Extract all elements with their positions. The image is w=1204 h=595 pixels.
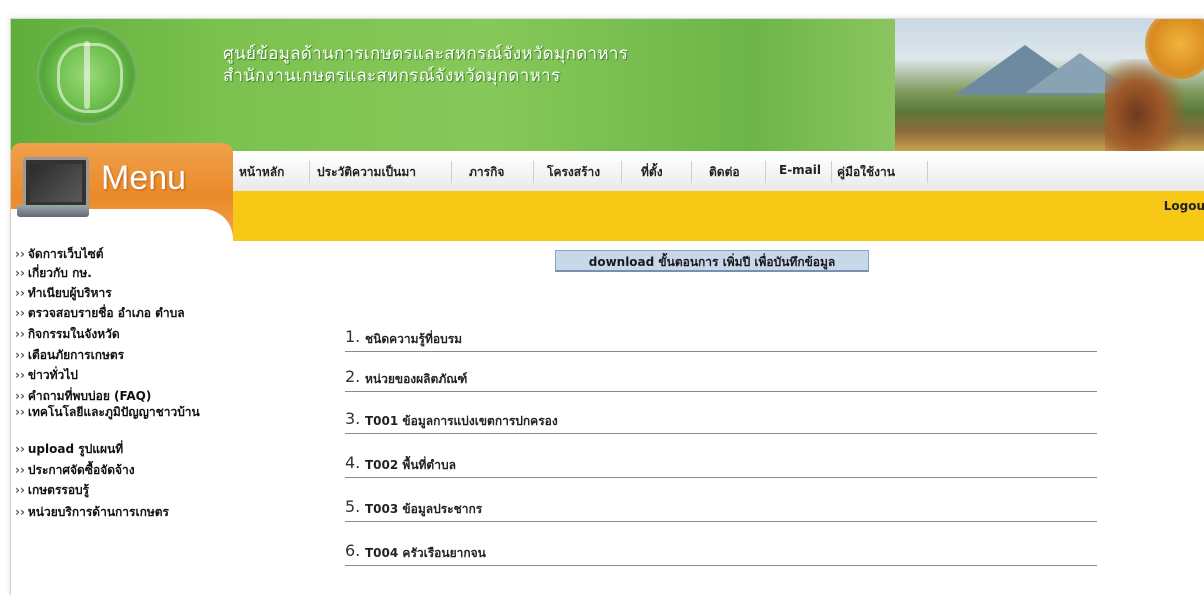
list-item[interactable]: 4. T002 พื้นที่ตำบล: [345, 451, 1097, 478]
list-item[interactable]: 1. ชนิดความรู้ที่อบรม: [345, 325, 1097, 352]
menu-title: Menu: [101, 159, 187, 197]
sidebar-item-activities[interactable]: ›› กิจกรรมในจังหวัด: [15, 325, 120, 344]
list-item[interactable]: 6. T004 ครัวเรือนยากจน: [345, 539, 1097, 566]
sidebar-item-executives[interactable]: ›› ทำเนียบผู้บริหาร: [15, 284, 112, 303]
sidebar-item-check-districts[interactable]: ›› ตรวจสอบรายชื่อ อำเภอ ตำบล: [15, 304, 185, 323]
sidebar-item-warnings[interactable]: ›› เตือนภัยการเกษตร: [15, 346, 124, 365]
user-bar: Logou: [233, 191, 1204, 241]
nav-location[interactable]: ที่ตั้ง: [641, 163, 663, 182]
top-navbar: หน้าหลัก ประวัติความเป็นมา ภารกิจ โครงสร…: [233, 155, 1204, 192]
nav-email[interactable]: E-mail: [779, 163, 821, 177]
sidebar-item-upload-map[interactable]: ›› upload รูปแผนที่: [15, 440, 123, 459]
list-item[interactable]: 5. T003 ข้อมูลประชากร: [345, 495, 1097, 522]
nav-structure[interactable]: โครงสร้าง: [547, 163, 600, 182]
nav-manual[interactable]: คู่มือใช้งาน: [837, 163, 895, 182]
logout-link[interactable]: Logou: [1164, 199, 1204, 213]
nav-history[interactable]: ประวัติความเป็นมา: [317, 163, 416, 182]
list-item[interactable]: 2. หน่วยของผลิตภัณฑ์: [345, 365, 1097, 392]
download-button[interactable]: download ขั้นตอนการ เพิ่มปี เพื่อบันทึกข…: [555, 250, 869, 272]
sidebar-item-faq[interactable]: ›› คำถามที่พบบ่อย (FAQ): [15, 387, 151, 406]
list-item[interactable]: 3. T001 ข้อมูลการแบ่งเขตการปกครอง: [345, 407, 1097, 434]
nav-mission[interactable]: ภารกิจ: [469, 163, 504, 182]
sidebar-item-procurement[interactable]: ›› ประกาศจัดซื้อจัดจ้าง: [15, 461, 135, 480]
site-banner: ศูนย์ข้อมูลด้านการเกษตรและสหกรณ์จังหวัดม…: [11, 19, 1204, 151]
keyboard-icon: [17, 205, 89, 217]
site-title-line2: สำนักงานเกษตรและสหกรณ์จังหวัดมุกดาหาร: [223, 66, 561, 86]
page-frame: ศูนย์ข้อมูลด้านการเกษตรและสหกรณ์จังหวัดม…: [10, 18, 1204, 595]
nav-contact[interactable]: ติดต่อ: [709, 163, 740, 182]
computer-monitor-icon: [23, 157, 89, 209]
sidebar-item-knowledge[interactable]: ›› เกษตรรอบรู้: [15, 481, 89, 500]
sidebar-item-manage-website[interactable]: ›› จัดการเว็บไซต์: [15, 245, 104, 264]
site-title-line1: ศูนย์ข้อมูลด้านการเกษตรและสหกรณ์จังหวัดม…: [223, 44, 629, 64]
ministry-seal-logo: [37, 25, 137, 125]
sidebar-item-services[interactable]: ›› หน่วยบริการด้านการเกษตร: [15, 503, 169, 522]
sidebar-item-technology[interactable]: ›› เทคโนโลยีและภูมิปัญญาชาวบ้าน: [15, 406, 215, 419]
sidebar-item-news[interactable]: ›› ข่าวทั่วไป: [15, 366, 78, 385]
sidebar-item-about[interactable]: ›› เกี่ยวกับ กษ.: [15, 264, 92, 283]
banner-photo: [895, 19, 1204, 151]
nav-home[interactable]: หน้าหลัก: [239, 163, 284, 182]
site-title: ศูนย์ข้อมูลด้านการเกษตรและสหกรณ์จังหวัดม…: [223, 43, 628, 87]
